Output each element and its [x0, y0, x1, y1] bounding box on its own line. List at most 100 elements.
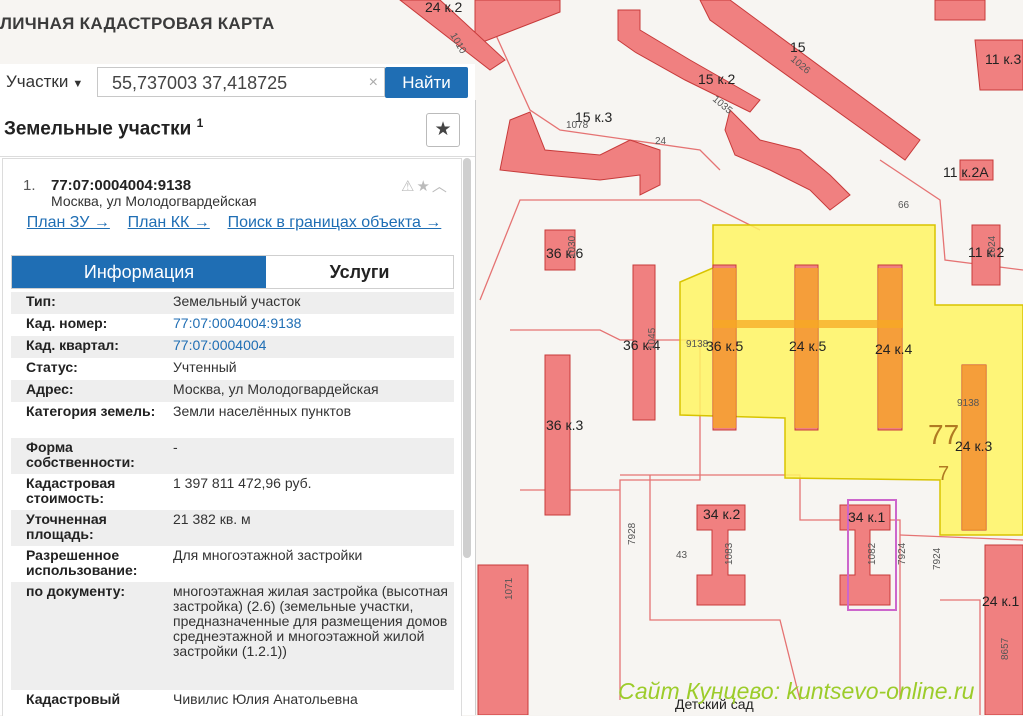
- label-q7: 7: [938, 463, 949, 485]
- prop-row-engineer: Кадастровый Чивилис Юлия Анатольевна: [11, 690, 454, 716]
- tab-info[interactable]: Информация: [12, 256, 266, 288]
- prop-row-usage: Разрешенное использование: Для многоэтаж…: [11, 546, 454, 582]
- prop-row-ownership: Форма собственности: -: [11, 438, 454, 474]
- prop-row-category: Категория земель: Земли населённых пункт…: [11, 402, 454, 438]
- app-title: ЛИЧНАЯ КАДАСТРОВАЯ КАРТА: [0, 14, 275, 33]
- prop-value: Земли населённых пунктов: [173, 403, 352, 419]
- search-type-label: Участки: [6, 72, 69, 91]
- prop-key: Статус:: [26, 359, 78, 375]
- label-n7924a: 7924: [897, 542, 908, 565]
- prop-key: Категория земель:: [26, 403, 156, 419]
- prop-row-status: Статус: Учтенный: [11, 358, 454, 380]
- search-bar: Участки ▼ 55,737003 37,418725 × Найти: [0, 64, 475, 101]
- label-b11k3: 11 к.3: [985, 51, 1021, 67]
- panel-scrollbar[interactable]: [463, 158, 471, 558]
- prop-key: Форма собственности:: [26, 439, 135, 470]
- info-tabs: Информация Услуги: [11, 255, 454, 289]
- label-n1024: 1024: [987, 235, 998, 258]
- prop-key: Кад. квартал:: [26, 337, 119, 353]
- prop-row-cadnum: Кад. номер: 77:07:0004004:9138: [11, 314, 454, 336]
- result-card: 1. 77:07:0004004:9138 Москва, ул Молодог…: [2, 158, 462, 716]
- link-plan-zu[interactable]: План ЗУ →: [27, 214, 110, 231]
- clear-icon[interactable]: ×: [369, 68, 378, 98]
- label-n66: 66: [898, 200, 910, 211]
- label-n7924b: 7924: [932, 547, 943, 570]
- label-q77: 77: [928, 419, 959, 450]
- prop-value: 21 382 кв. м: [173, 511, 251, 527]
- search-input[interactable]: 55,737003 37,418725 ×: [97, 67, 385, 97]
- label-b24k1: 24 к.1: [982, 593, 1019, 609]
- star-icon: ★: [434, 119, 452, 140]
- label-n1071: 1071: [504, 577, 515, 600]
- prop-value: Чивилис Юлия Анатольевна: [173, 691, 358, 707]
- label-n8657: 8657: [1000, 637, 1011, 660]
- results-count: 1: [196, 116, 204, 130]
- panel-title: Земельные участки 1: [4, 116, 203, 140]
- tab-services[interactable]: Услуги: [266, 256, 453, 288]
- prop-value: многоэтажная жилая застройка (высотная з…: [173, 583, 448, 659]
- prop-value: 1 397 811 472,96 руб.: [173, 475, 312, 491]
- prop-key: по документу:: [26, 583, 126, 599]
- prop-key: Кадастровый: [26, 691, 121, 707]
- label-b15: 15: [790, 39, 806, 55]
- prop-row-type: Тип: Земельный участок: [11, 292, 454, 314]
- prop-value: Для многоэтажной застройки: [173, 547, 363, 563]
- watermark: Сайт Кунцево: kuntsevo-online.ru: [618, 678, 975, 704]
- search-type-select[interactable]: Участки ▼: [6, 64, 83, 100]
- prop-key: Кадастровая стоимость:: [26, 475, 116, 506]
- prop-key: Кад. номер:: [26, 315, 108, 331]
- star-icon[interactable]: ★: [416, 178, 431, 195]
- link-search-bounds[interactable]: Поиск в границах объекта →: [228, 214, 442, 231]
- prop-row-quarter: Кад. квартал: 77:07:0004004: [11, 336, 454, 358]
- label-n9138b: 9138: [957, 398, 980, 409]
- warning-icon[interactable]: ⚠: [401, 178, 416, 195]
- label-b36k3: 36 к.3: [546, 417, 583, 433]
- label-b34k2: 34 к.2: [703, 506, 740, 522]
- prop-row-address: Адрес: Москва, ул Молодогвардейская: [11, 380, 454, 402]
- panel-title-text: Земельные участки: [4, 118, 192, 140]
- prop-key: Уточненная площадь:: [26, 511, 107, 542]
- prop-key: Тип:: [26, 293, 56, 309]
- label-n7928: 7928: [627, 522, 638, 545]
- prop-value: Земельный участок: [173, 293, 301, 309]
- label-b34k1: 34 к.1: [848, 509, 885, 525]
- label-n43: 43: [676, 550, 688, 561]
- label-n1030: 1030: [567, 235, 578, 258]
- label-b11k2a: 11 к.2А: [943, 164, 989, 180]
- results-panel: Земельные участки 1 ★ 1. 77:07:0004004:9…: [0, 100, 476, 716]
- chevron-down-icon: ▼: [72, 78, 84, 90]
- prop-value: Учтенный: [173, 359, 237, 375]
- link-plan-kk[interactable]: План КК →: [128, 214, 210, 231]
- prop-value: -: [173, 439, 178, 455]
- label-n9138a: 9138: [686, 339, 709, 350]
- favorite-star-button[interactable]: ★: [426, 113, 460, 147]
- label-n1082: 1082: [867, 542, 878, 565]
- label-b15k2: 15 к.2: [698, 71, 735, 87]
- label-n1078: 1078: [566, 120, 589, 131]
- prop-row-document: по документу: многоэтажная жилая застрой…: [11, 582, 454, 690]
- search-input-value: 55,737003 37,418725: [112, 73, 288, 93]
- prop-key: Разрешенное использование:: [26, 547, 138, 578]
- label-n1083: 1083: [724, 542, 735, 565]
- label-n1045: 1045: [647, 327, 658, 350]
- label-b24k5: 24 к.5: [789, 338, 826, 354]
- label-n24: 24: [655, 136, 667, 147]
- prop-value: Москва, ул Молодогвардейская: [173, 381, 379, 397]
- result-actions: ⚠★︿: [401, 175, 449, 196]
- chevron-up-icon[interactable]: ︿: [432, 178, 449, 195]
- label-b36k5: 36 к.5: [706, 338, 743, 354]
- search-button[interactable]: Найти: [385, 67, 468, 98]
- prop-value-link[interactable]: 77:07:0004004:9138: [173, 316, 448, 331]
- prop-value-link[interactable]: 77:07:0004004: [173, 338, 448, 353]
- result-links: План ЗУ → План КК → Поиск в границах объ…: [9, 214, 457, 231]
- prop-row-cost: Кадастровая стоимость: 1 397 811 472,96 …: [11, 474, 454, 510]
- result-cadnum[interactable]: 77:07:0004004:9138: [51, 177, 191, 194]
- result-address: Москва, ул Молодогвардейская: [51, 193, 257, 209]
- prop-key: Адрес:: [26, 381, 74, 397]
- panel-header: Земельные участки 1 ★: [0, 100, 475, 157]
- label-b24k2: 24 к.2: [425, 0, 462, 15]
- prop-row-area: Уточненная площадь: 21 382 кв. м: [11, 510, 454, 546]
- label-b24k3: 24 к.3: [955, 438, 992, 454]
- result-number: 1.: [23, 177, 36, 194]
- label-b24k4: 24 к.4: [875, 341, 912, 357]
